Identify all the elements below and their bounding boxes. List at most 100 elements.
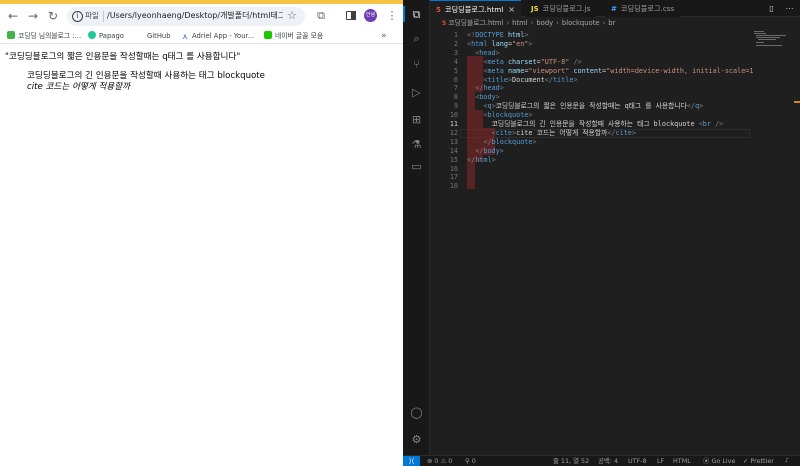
editor-tabs: 5 코딩딩블로그.html × JS 코딩딩블로그.js # 코딩딩블로그.css ▯ … <box>430 0 800 17</box>
line-number: 16 <box>449 164 458 173</box>
status-bar: ⟩⟨ ⊗ 0 ⚠ 0 ⚲ 0 줄 11, 열 52 공백: 4 UTF-8 LF… <box>403 455 800 466</box>
line-number: 4 <box>453 57 458 66</box>
active-view-indicator <box>403 6 405 22</box>
scrollbar-marker <box>794 101 800 103</box>
line-number: 17 <box>449 173 458 182</box>
reload-icon[interactable]: ↻ <box>46 9 60 23</box>
browser-menu-icon[interactable]: ⋮ <box>385 9 399 23</box>
breadcrumb: 5 코딩딩블로그.html › html › body › blockquote › br <box>430 17 800 29</box>
tab-js[interactable]: JS 코딩딩블로그.js <box>525 0 597 17</box>
encoding-status[interactable]: UTF-8 <box>628 456 647 466</box>
back-icon[interactable]: ← <box>6 9 20 23</box>
github-favicon-icon <box>136 31 144 39</box>
line-number: 11 <box>449 120 458 128</box>
line-number: 10 <box>449 111 458 120</box>
bookmark-papago[interactable]: Papago <box>88 30 124 42</box>
code-line: <cite>cite 코드는 어떻게 적용할까</cite> <box>491 128 636 137</box>
extensions-icon[interactable]: ⊞ <box>410 113 423 126</box>
line-number: 3 <box>453 48 458 57</box>
code-line: <title>Document</title> <box>483 75 578 84</box>
code-line: <q>코딩딩블로그의 짧은 인용문을 작성할때는 q태그 를 사용합니다</q> <box>483 102 704 111</box>
go-live-button[interactable]: ⦿ Go Live <box>703 456 735 466</box>
breadcrumb-file[interactable]: 코딩딩블로그.html <box>448 19 503 27</box>
extensions-icon[interactable]: ⧉ <box>314 9 328 23</box>
line-number: 18 <box>449 182 458 191</box>
code-line: <blockquote> <box>483 111 533 120</box>
tab-css[interactable]: # 코딩딩블로그.css <box>605 0 681 17</box>
manage-gear-icon[interactable]: ⚙ <box>410 433 423 446</box>
notifications-bell-icon[interactable]: ♪ <box>785 456 789 466</box>
site-info-icon[interactable]: i <box>72 11 83 22</box>
minimap[interactable] <box>752 29 792 59</box>
problems-status[interactable]: ⊗ 0 ⚠ 0 <box>427 456 452 466</box>
breadcrumb-html[interactable]: html <box>512 19 527 27</box>
run-debug-icon[interactable]: ▷ <box>410 86 423 99</box>
code-line: <meta charset="UTF-8" /> <box>483 57 582 66</box>
adriel-favicon-icon: ⋏ <box>181 32 189 41</box>
cursor-position[interactable]: 줄 11, 열 52 <box>553 456 589 466</box>
line-number: 13 <box>449 137 458 146</box>
papago-favicon-icon <box>88 31 96 39</box>
line-number: 2 <box>453 39 458 48</box>
tab-html[interactable]: 5 코딩딩블로그.html × <box>430 0 521 17</box>
address-bar[interactable]: i 파일 /Users/lyeonhaeng/Desktop/개발폴더/html… <box>67 7 305 26</box>
code-line: </head> <box>475 84 504 93</box>
language-mode[interactable]: HTML <box>673 456 691 466</box>
prettier-status[interactable]: ✓ Prettier <box>743 456 774 466</box>
cite-text: cite 코드는 어떻게 적용할까 <box>27 82 131 92</box>
profile-avatar[interactable]: 안녕 <box>364 9 377 22</box>
line-number: 12 <box>449 128 458 137</box>
q-quote-text: "코딩딩블로그의 짧은 인용문을 작성할때는 q태그 를 사용합니다" <box>5 52 241 62</box>
breadcrumb-body[interactable]: body <box>536 19 553 27</box>
code-line: </blockquote> <box>483 137 537 146</box>
css-file-icon: # <box>611 5 617 13</box>
remote-indicator-icon[interactable]: ⟩⟨ <box>403 456 420 466</box>
browser-toolbar: ← → ↻ i 파일 /Users/lyeonhaeng/Desktop/개발폴… <box>0 4 403 28</box>
line-number: 1 <box>453 31 458 39</box>
code-line: <head> <box>475 48 500 57</box>
line-number: 14 <box>449 146 458 155</box>
code-line: <!DOCTYPE html> <box>467 31 529 39</box>
ports-status[interactable]: ⚲ 0 <box>465 456 476 466</box>
address-separator <box>103 11 104 22</box>
line-number: 7 <box>453 84 458 93</box>
line-number: 8 <box>453 93 458 102</box>
line-number: 6 <box>453 75 458 84</box>
source-control-icon[interactable]: ⑂ <box>410 58 423 71</box>
activity-bar: ⧉ ⌕ ⑂ ▷ ⊞ ⚗ ▭ ◯ ⚙ <box>403 0 430 455</box>
browser-window: ← → ↻ i 파일 /Users/lyeonhaeng/Desktop/개발폴… <box>0 0 403 466</box>
forward-icon[interactable]: → <box>26 9 40 23</box>
code-line: </html> <box>467 155 496 164</box>
bookmark-github[interactable]: GitHub <box>136 30 171 42</box>
bookmark-blog[interactable]: 코딩딩 님의블로그 :... <box>7 30 81 42</box>
breadcrumb-br[interactable]: br <box>608 19 615 27</box>
js-file-icon: JS <box>531 5 539 13</box>
accounts-icon[interactable]: ◯ <box>410 406 423 419</box>
code-line: </body> <box>475 146 504 155</box>
explorer-icon[interactable]: ⧉ <box>410 8 423 21</box>
bookmark-adriel[interactable]: ⋏ Adriel App - Your... <box>181 30 254 42</box>
code-line: <html lang="en"> <box>467 39 533 48</box>
bookmark-naver-fonts[interactable]: 네이버 글꼴 모음 <box>264 30 323 42</box>
rendered-page: "코딩딩블로그의 짧은 인용문을 작성할때는 q태그 를 사용합니다" 코딩딩블… <box>0 45 403 466</box>
bookmarks-overflow-icon[interactable]: » <box>381 30 387 42</box>
line-number: 5 <box>453 66 458 75</box>
blog-favicon-icon <box>7 31 15 39</box>
code-line: 코딩딩블로그의 긴 인용문을 작성할때 사용하는 태그 blockquote <… <box>491 120 724 128</box>
indentation-status[interactable]: 공백: 4 <box>598 456 618 466</box>
side-panel-icon[interactable] <box>344 9 358 23</box>
split-editor-icon[interactable]: ▯ <box>766 3 777 14</box>
address-url[interactable]: /Users/lyeonhaeng/Desktop/개발폴더/html태그적..… <box>107 10 283 22</box>
remote-explorer-icon[interactable]: ▭ <box>410 160 423 173</box>
more-actions-icon[interactable]: ⋯ <box>784 3 795 14</box>
testing-icon[interactable]: ⚗ <box>410 138 423 151</box>
code-line: <meta name="viewport" content="width=dev… <box>483 66 754 75</box>
search-icon[interactable]: ⌕ <box>410 32 423 45</box>
close-icon[interactable]: × <box>508 5 515 14</box>
code-editor[interactable]: 1 2 3 4 5 6 7 8 9 10 11 12 13 14 15 16 17 18 <!DOCTYPE ht… <box>430 29 800 455</box>
bookmarks-bar: 코딩딩 님의블로그 :... Papago GitHub ⋏ Adriel App… <box>0 28 403 44</box>
eol-status[interactable]: LF <box>657 456 664 466</box>
breadcrumb-blockquote[interactable]: blockquote <box>562 19 600 27</box>
vscode-window: ⧉ ⌕ ⑂ ▷ ⊞ ⚗ ▭ ◯ ⚙ 5 코딩딩블로그.html × JS 코딩딩블로그… <box>403 0 800 466</box>
bookmark-star-icon[interactable]: ☆ <box>287 9 297 23</box>
